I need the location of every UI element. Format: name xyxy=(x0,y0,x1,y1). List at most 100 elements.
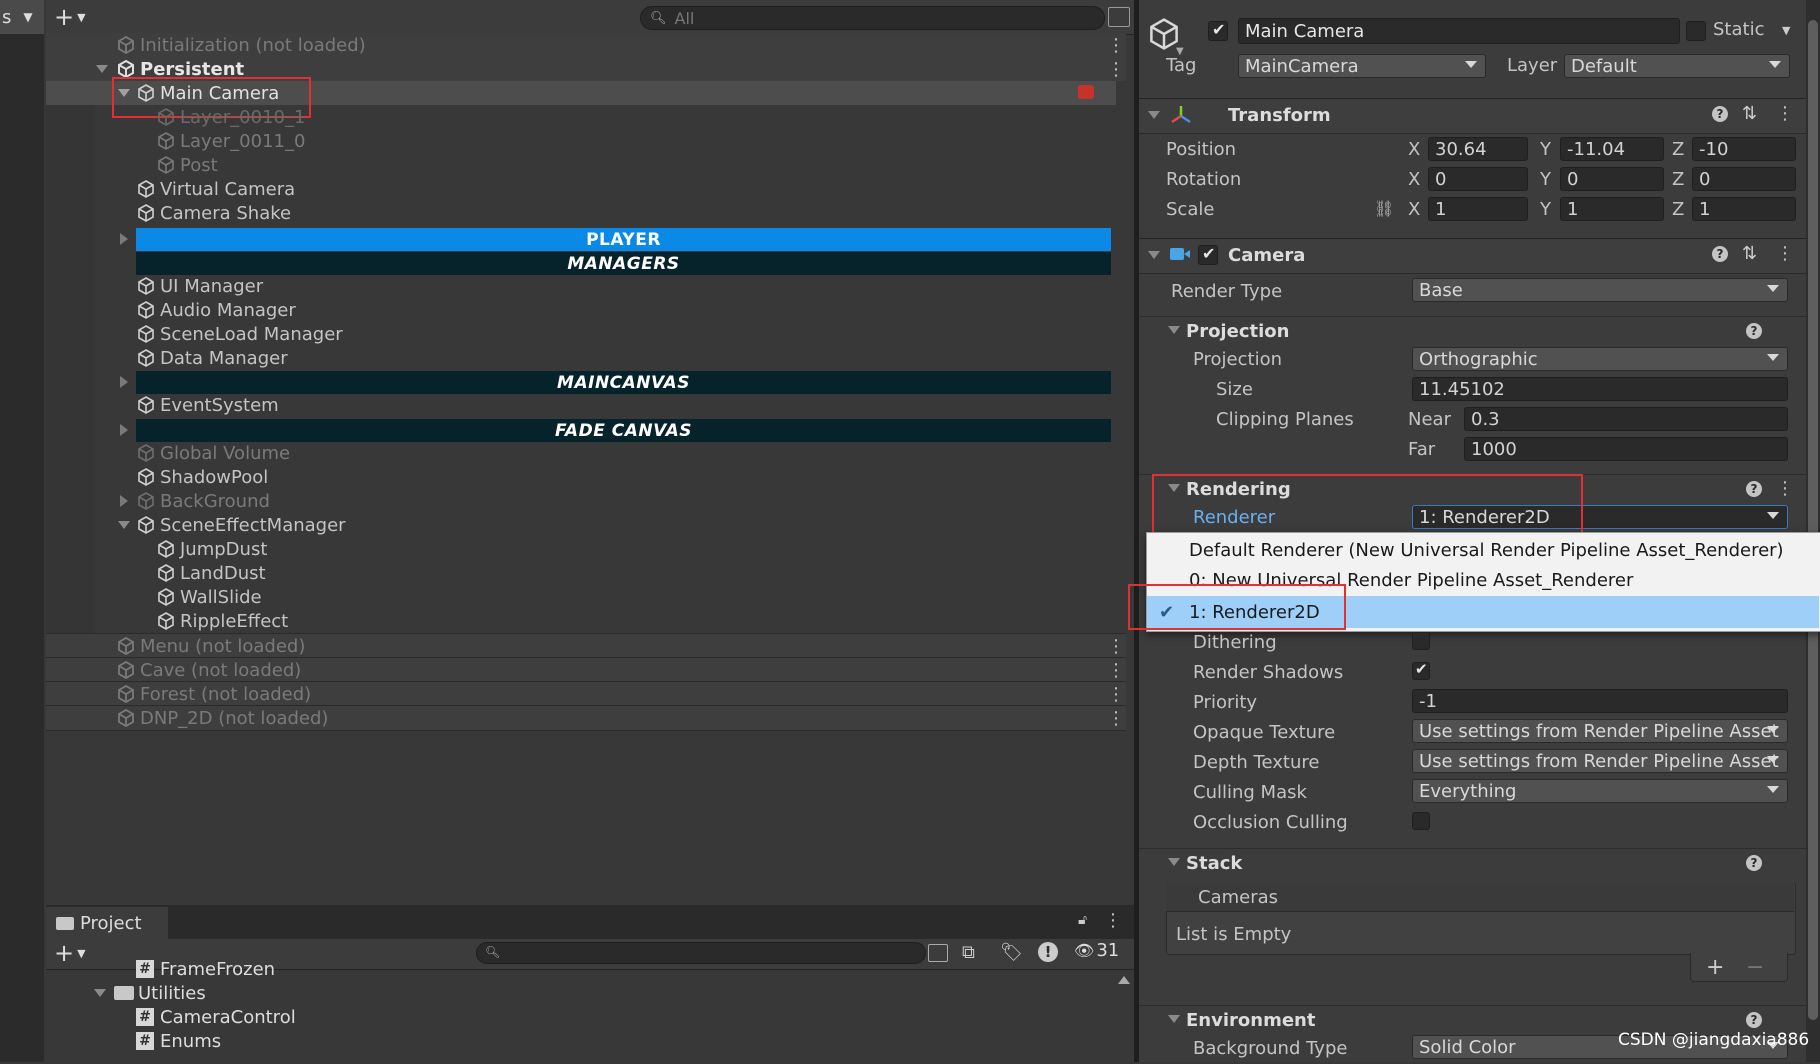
expand-arrow-icon[interactable] xyxy=(120,376,128,388)
collapse-arrow-icon[interactable] xyxy=(1168,326,1180,334)
scene-row-initialization[interactable]: Initialization (not loaded) ⋮ xyxy=(46,33,1126,57)
help-icon[interactable]: ? xyxy=(1712,246,1728,262)
hierarchy-item[interactable]: JumpDust xyxy=(46,537,1116,561)
scene-search-icon[interactable] xyxy=(1108,7,1130,27)
scrollbar-thumb[interactable] xyxy=(1808,20,1818,1020)
rotation-x-field[interactable]: 0 xyxy=(1428,167,1528,191)
collapse-arrow-icon[interactable] xyxy=(1168,1015,1180,1023)
far-field[interactable]: 1000 xyxy=(1464,437,1788,461)
project-item[interactable]: # Enums xyxy=(46,1029,1106,1053)
collapse-arrow-icon[interactable] xyxy=(1148,111,1160,119)
scene-menu-icon[interactable]: ⋮ xyxy=(1106,636,1126,657)
render-shadows-checkbox[interactable]: ✔ xyxy=(1412,660,1430,680)
chevron-down-icon[interactable]: ▼ xyxy=(1782,24,1790,37)
scene-row-menu[interactable]: Menu (not loaded) ⋮ xyxy=(46,633,1126,658)
expand-arrow-icon[interactable] xyxy=(120,233,128,245)
priority-field[interactable]: -1 xyxy=(1412,689,1788,713)
dithering-checkbox[interactable] xyxy=(1412,632,1430,650)
help-icon[interactable]: ? xyxy=(1746,481,1762,497)
hierarchy-item[interactable]: Virtual Camera xyxy=(46,177,1116,201)
help-icon[interactable]: ? xyxy=(1712,106,1728,122)
collapse-arrow-icon[interactable] xyxy=(1148,251,1160,259)
expand-arrow-icon[interactable] xyxy=(96,65,108,73)
project-item[interactable]: # CameraControl xyxy=(46,1005,1106,1029)
active-checkbox[interactable]: ✔ xyxy=(1208,20,1228,41)
help-icon[interactable]: ? xyxy=(1746,1012,1762,1028)
hierarchy-item[interactable]: WallSlide xyxy=(46,585,1116,609)
scroll-up-icon[interactable] xyxy=(1118,976,1130,984)
hierarchy-item[interactable]: SceneLoad Manager xyxy=(46,322,1116,346)
scene-row-forest[interactable]: Forest (not loaded) ⋮ xyxy=(46,681,1126,706)
position-y-field[interactable]: -11.04 xyxy=(1560,137,1664,161)
static-checkbox[interactable] xyxy=(1686,21,1706,41)
scene-menu-icon[interactable]: ⋮ xyxy=(1106,35,1126,56)
presets-icon[interactable]: ⇅ xyxy=(1742,243,1757,264)
expand-arrow-icon[interactable] xyxy=(120,495,128,507)
rotation-y-field[interactable]: 0 xyxy=(1560,167,1664,191)
scale-y-field[interactable]: 1 xyxy=(1560,197,1664,221)
camera-enabled-checkbox[interactable]: ✔ xyxy=(1198,244,1218,265)
add-camera-button[interactable]: + xyxy=(1706,955,1724,980)
hierarchy-item[interactable]: Audio Manager xyxy=(46,298,1116,322)
header-fade-canvas[interactable]: FADE CANVAS xyxy=(136,419,1111,442)
position-z-field[interactable]: -10 xyxy=(1692,137,1796,161)
link-icon[interactable]: ⛓︎ xyxy=(1374,199,1394,218)
layer-dropdown[interactable]: Default xyxy=(1564,54,1790,78)
help-icon[interactable]: ? xyxy=(1746,323,1762,339)
hierarchy-item[interactable]: Camera Shake xyxy=(46,201,1116,225)
component-menu-icon[interactable]: ⋮ xyxy=(1776,103,1794,124)
opaque-texture-dropdown[interactable]: Use settings from Render Pipeline Asset xyxy=(1412,719,1788,743)
tab-project[interactable]: Project xyxy=(46,907,168,939)
near-field[interactable]: 0.3 xyxy=(1464,407,1788,431)
expand-arrow-icon[interactable] xyxy=(118,521,130,529)
component-menu-icon[interactable]: ⋮ xyxy=(1776,243,1794,264)
hierarchy-item-background[interactable]: BackGround xyxy=(46,489,1116,513)
scene-menu-icon[interactable]: ⋮ xyxy=(1106,708,1126,729)
hierarchy-item[interactable]: Post xyxy=(46,153,1116,177)
render-type-dropdown[interactable]: Base xyxy=(1412,278,1788,302)
remove-camera-button[interactable]: − xyxy=(1746,955,1764,980)
projection-dropdown[interactable]: Orthographic xyxy=(1412,347,1788,371)
scene-menu-icon[interactable]: ⋮ xyxy=(1106,660,1126,681)
scene-row-dnp2d[interactable]: DNP_2D (not loaded) ⋮ xyxy=(46,705,1126,731)
scale-x-field[interactable]: 1 xyxy=(1428,197,1528,221)
hierarchy-item-eventsystem[interactable]: EventSystem xyxy=(46,393,1116,417)
lock-icon[interactable]: 🔓︎ xyxy=(1078,912,1092,928)
hierarchy-item[interactable]: LandDust xyxy=(46,561,1116,585)
scene-menu-icon[interactable]: ⋮ xyxy=(1106,684,1126,705)
hierarchy-item-global-volume[interactable]: Global Volume xyxy=(46,441,1116,465)
expand-arrow-icon[interactable] xyxy=(94,989,106,997)
size-field[interactable]: 11.45102 xyxy=(1412,377,1788,401)
hierarchy-item[interactable]: Layer_0010_1 xyxy=(46,105,1116,129)
scene-row-cave[interactable]: Cave (not loaded) ⋮ xyxy=(46,657,1126,682)
hierarchy-item-sceneeffectmanager[interactable]: SceneEffectManager xyxy=(46,513,1116,537)
help-icon[interactable]: ? xyxy=(1746,855,1762,871)
scale-z-field[interactable]: 1 xyxy=(1692,197,1796,221)
presets-icon[interactable]: ⇅ xyxy=(1742,103,1757,124)
depth-texture-dropdown[interactable]: Use settings from Render Pipeline Asset xyxy=(1412,749,1788,773)
section-menu-icon[interactable]: ⋮ xyxy=(1776,478,1794,499)
header-managers[interactable]: MANAGERS xyxy=(136,252,1111,275)
hierarchy-item[interactable]: Data Manager xyxy=(46,346,1116,370)
hierarchy-search[interactable]: 🔍︎ All xyxy=(640,6,1105,30)
hierarchy-item-shadowpool[interactable]: ShadowPool xyxy=(46,465,1116,489)
occlusion-culling-checkbox[interactable] xyxy=(1412,812,1430,830)
left-tab[interactable]: s ▼ xyxy=(0,0,44,34)
rotation-z-field[interactable]: 0 xyxy=(1692,167,1796,191)
add-button[interactable]: + ▼ xyxy=(54,4,96,30)
header-maincanvas[interactable]: MAINCANVAS xyxy=(136,371,1111,394)
hierarchy-item[interactable]: RippleEffect xyxy=(46,609,1116,633)
project-item[interactable]: # FrameFrozen xyxy=(46,957,1106,981)
position-x-field[interactable]: 30.64 xyxy=(1428,137,1528,161)
expand-arrow-icon[interactable] xyxy=(120,424,128,436)
hierarchy-item[interactable]: UI Manager xyxy=(46,274,1116,298)
tag-dropdown[interactable]: MainCamera xyxy=(1238,54,1486,78)
project-menu-icon[interactable]: ⋮ xyxy=(1104,910,1122,931)
object-name-field[interactable]: Main Camera xyxy=(1238,18,1680,44)
project-folder-utilities[interactable]: Utilities xyxy=(46,981,1106,1005)
collapse-arrow-icon[interactable] xyxy=(1168,858,1180,866)
header-player[interactable]: PLAYER xyxy=(136,228,1111,251)
culling-mask-dropdown[interactable]: Everything xyxy=(1412,779,1788,803)
renderer-menu-item[interactable]: Default Renderer (New Universal Render P… xyxy=(1147,535,1819,565)
hierarchy-item[interactable]: Layer_0011_0 xyxy=(46,129,1116,153)
